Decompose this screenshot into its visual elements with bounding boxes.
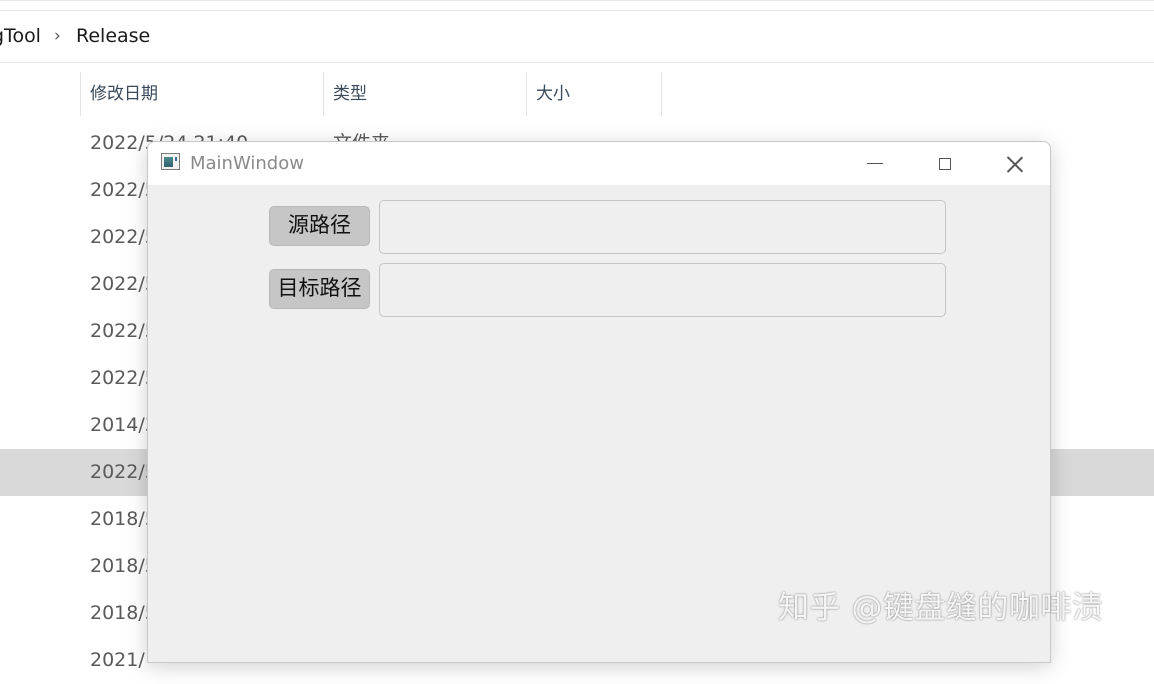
maximize-icon [939,157,951,170]
breadcrumb-item[interactable]: gTool [0,11,41,62]
source-path-input[interactable] [379,200,946,254]
watermark: 知乎 @键盘缝的咖啡渍 [778,590,1104,626]
minimize-button[interactable] [840,142,910,185]
maximize-button[interactable] [910,142,980,185]
column-header-type[interactable]: 类型 [323,72,526,116]
app-window-icon [161,153,180,170]
column-divider [661,72,662,116]
target-path-button[interactable]: 目标路径 [269,269,370,309]
breadcrumb-separator-icon: › [54,26,61,46]
breadcrumb-item[interactable]: Release [76,11,150,62]
window-title: MainWindow [190,153,304,174]
toolbar-divider [0,0,1154,1]
main-window: MainWindow 源路径 目标路径 [147,141,1051,663]
source-path-button[interactable]: 源路径 [269,206,370,246]
close-button[interactable] [980,142,1050,185]
close-icon [1006,155,1024,173]
target-path-input[interactable] [379,263,946,317]
file-date-modified: 2021/ [90,649,145,671]
title-bar[interactable]: MainWindow [148,142,1050,185]
minimize-icon [867,163,883,164]
column-headers: 修改日期 类型 大小 [0,72,1154,116]
address-bar[interactable]: gTool › Release [0,11,1154,63]
column-header-size[interactable]: 大小 [526,72,661,116]
column-header-date-modified[interactable]: 修改日期 [80,72,323,116]
